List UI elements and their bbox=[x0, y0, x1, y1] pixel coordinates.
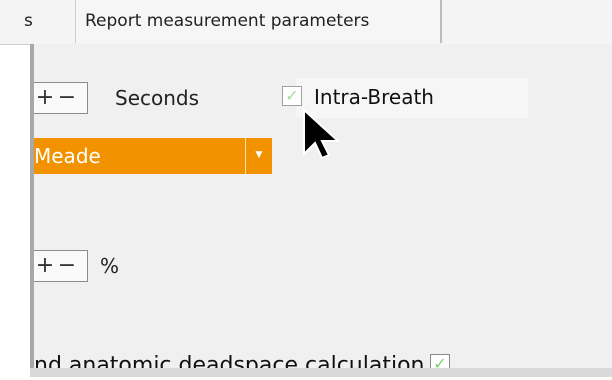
chevron-down-icon[interactable]: ▼ bbox=[246, 138, 272, 174]
mouse-pointer-icon bbox=[303, 108, 341, 160]
increment-button[interactable]: + bbox=[34, 83, 56, 113]
seconds-stepper[interactable]: + − bbox=[34, 82, 88, 114]
tab-partial[interactable]: s bbox=[0, 0, 76, 43]
intra-breath-checkbox[interactable]: ✓ bbox=[282, 86, 302, 106]
check-icon: ✓ bbox=[285, 86, 299, 105]
intra-breath-label: Intra-Breath bbox=[314, 85, 434, 109]
tab-report-measurement-parameters[interactable]: Report measurement parameters bbox=[76, 0, 442, 43]
decrement-button[interactable]: − bbox=[56, 83, 78, 113]
tab-strip: s Report measurement parameters bbox=[0, 0, 612, 45]
horizontal-scrollbar[interactable] bbox=[30, 368, 612, 377]
seconds-unit-label: Seconds bbox=[115, 86, 200, 110]
method-dropdown[interactable]: Meade ▼ bbox=[34, 138, 272, 174]
increment-button[interactable]: + bbox=[34, 251, 56, 281]
percent-unit-label: % bbox=[100, 254, 120, 278]
percent-stepper[interactable]: + − bbox=[34, 250, 88, 282]
method-dropdown-value: Meade bbox=[34, 144, 101, 168]
decrement-button[interactable]: − bbox=[56, 251, 78, 281]
